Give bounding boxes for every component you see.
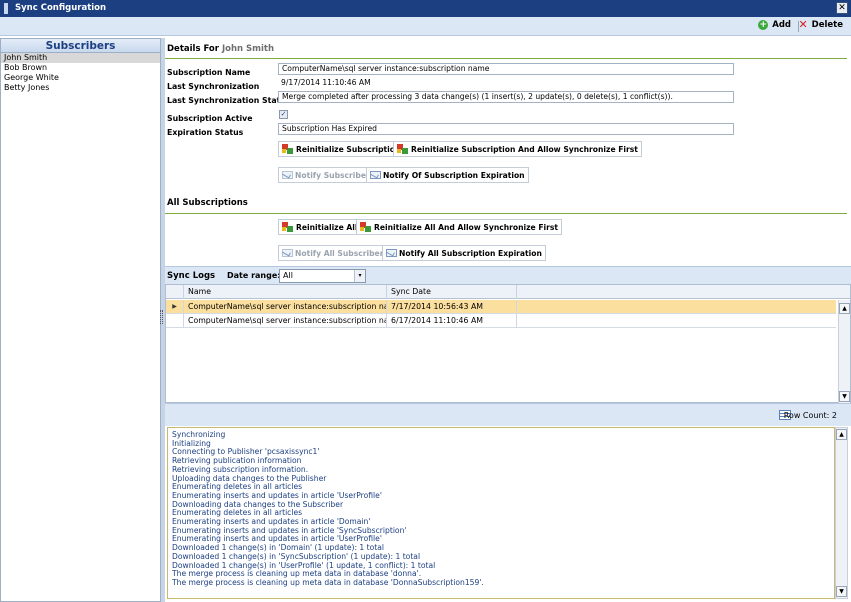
scroll-down-icon[interactable]: ▼ [836, 586, 847, 597]
envelope-icon [282, 171, 293, 179]
notify-all-expiration-label: Notify All Subscription Expiration [399, 248, 542, 258]
last-sync-status-label: Last Synchronization Status [167, 96, 291, 105]
row-count-bar: Row Count: 2 [165, 403, 851, 426]
cell-name: ComputerName\sql server instance:subscri… [184, 314, 387, 328]
delete-x-icon: ✕ [798, 18, 808, 31]
sync-logs-bar: Sync Logs Date range: All ▾ [165, 266, 851, 284]
reinitialize-icon [360, 221, 372, 233]
details-title: Details For John Smith [167, 44, 274, 54]
details-panel: Details For John Smith Subscription Name… [165, 38, 851, 266]
subscription-active-label: Subscription Active [167, 114, 253, 123]
reinitialize-all-button[interactable]: Reinitialize All [278, 219, 362, 235]
plus-icon: + [758, 20, 769, 30]
subscriber-item[interactable]: Bob Brown [1, 63, 160, 73]
date-range-select[interactable]: All ▾ [279, 269, 366, 283]
add-button-label: Add [772, 20, 791, 30]
cell-name: ComputerName\sql server instance:subscri… [184, 300, 387, 314]
table-row[interactable]: ComputerName\sql server instance:subscri… [166, 314, 836, 328]
details-title-prefix: Details For [167, 44, 219, 54]
log-line: Synchronizing [172, 430, 226, 439]
subscriber-item[interactable]: Betty Jones [1, 83, 160, 93]
log-line: The merge process is cleaning up meta da… [172, 577, 484, 587]
cell-sync-date: 7/17/2014 10:56:43 AM [387, 300, 517, 314]
envelope-icon [370, 171, 381, 179]
toolbar: + Add ✕ Delete [0, 17, 851, 36]
details-title-name: John Smith [221, 44, 275, 54]
expiration-status-label: Expiration Status [167, 128, 244, 137]
subscribers-panel: Subscribers John Smith Bob Brown George Wh… [0, 38, 161, 602]
envelope-icon [386, 249, 397, 257]
notify-subscriber-button[interactable]: Notify Subscriber [278, 167, 374, 183]
subscription-name-label: Subscription Name [167, 68, 251, 77]
window-titlebar: Sync Configuration ✕ [0, 0, 851, 17]
subscribers-header: Subscribers [1, 39, 160, 53]
reinitialize-subscription-label: Reinitialize Subscription [296, 144, 401, 154]
window-title: Sync Configuration [15, 3, 107, 13]
chevron-down-icon[interactable]: ▾ [354, 270, 365, 282]
last-sync-status-field[interactable]: Merge completed after processing 3 data … [278, 91, 734, 103]
expiration-status-field[interactable]: Subscription Has Expired [278, 123, 734, 135]
subscriber-item[interactable]: John Smith [1, 53, 160, 63]
cell-sync-date: 6/17/2014 11:10:46 AM [387, 314, 517, 328]
sync-logs-title: Sync Logs [167, 271, 216, 281]
row-count: Row Count: 2 [784, 411, 837, 420]
column-header-sync-date[interactable]: Sync Date [387, 285, 517, 299]
app-icon [4, 3, 8, 14]
splitter-grip-icon[interactable] [160, 310, 163, 324]
grid-scrollbar[interactable]: ▲ ▼ [838, 300, 850, 403]
reinitialize-icon [397, 143, 409, 155]
notify-all-subscribers-label: Notify All Subscribers [295, 248, 388, 258]
row-indicator-icon [166, 314, 184, 328]
date-range-value: All [283, 271, 293, 280]
details-divider [165, 58, 847, 59]
last-sync-label: Last Synchronization [167, 82, 260, 91]
reinitialize-all-label: Reinitialize All [296, 222, 358, 232]
notify-all-subscribers-button[interactable]: Notify All Subscribers [278, 245, 392, 261]
delete-button-label: Delete [811, 20, 843, 30]
date-range-label: Date range: [227, 271, 281, 280]
subscriber-list: John Smith Bob Brown George White Betty Jon… [1, 53, 160, 93]
reinitialize-icon [282, 143, 294, 155]
all-subscriptions-title: All Subscriptions [167, 198, 248, 208]
column-header-name[interactable]: Name [184, 285, 387, 299]
grid-header: Name Sync Date [166, 285, 850, 299]
subscription-name-field[interactable]: ComputerName\sql server instance:subscri… [278, 63, 734, 75]
row-count-label: Row Count: [783, 411, 830, 420]
row-indicator-header [166, 285, 184, 299]
all-subscriptions-divider [165, 213, 847, 214]
delete-button[interactable]: ✕ Delete [798, 18, 843, 31]
add-button[interactable]: + Add [758, 20, 791, 30]
close-icon[interactable]: ✕ [836, 2, 848, 14]
table-row[interactable]: ▶ ComputerName\sql server instance:subscr… [166, 300, 836, 314]
reinitialize-allow-sync-label: Reinitialize Subscription And Allow Sync… [411, 144, 638, 154]
notify-expiration-label: Notify Of Subscription Expiration [383, 170, 525, 180]
subscription-active-checkbox[interactable]: ✓ [279, 110, 288, 119]
reinitialize-icon [282, 221, 294, 233]
log-scrollbar[interactable]: ▲ ▼ [835, 427, 848, 599]
reinitialize-all-allow-sync-button[interactable]: Reinitialize All And Allow Synchronize F… [356, 219, 563, 235]
notify-all-expiration-button[interactable]: Notify All Subscription Expiration [382, 245, 546, 261]
sync-logs-grid: Name Sync Date ▶ ComputerName\sql server … [165, 284, 851, 403]
scroll-down-icon[interactable]: ▼ [839, 391, 850, 402]
reinitialize-all-allow-sync-label: Reinitialize All And Allow Synchronize F… [374, 222, 559, 232]
reinitialize-allow-sync-button[interactable]: Reinitialize Subscription And Allow Sync… [393, 141, 642, 157]
row-count-value: 2 [831, 411, 837, 420]
notify-subscriber-label: Notify Subscriber [295, 170, 370, 180]
subscriber-item[interactable]: George White [1, 73, 160, 83]
last-sync-value: 9/17/2014 11:10:46 AM [278, 78, 734, 90]
notify-expiration-button[interactable]: Notify Of Subscription Expiration [366, 167, 529, 183]
sync-log-output[interactable]: Synchronizing Initializing Connecting to P… [167, 427, 835, 599]
scroll-up-icon[interactable]: ▲ [839, 303, 850, 314]
row-indicator-icon: ▶ [166, 300, 184, 314]
reinitialize-subscription-button[interactable]: Reinitialize Subscription [278, 141, 405, 157]
scroll-up-icon[interactable]: ▲ [836, 429, 847, 440]
envelope-icon [282, 249, 293, 257]
